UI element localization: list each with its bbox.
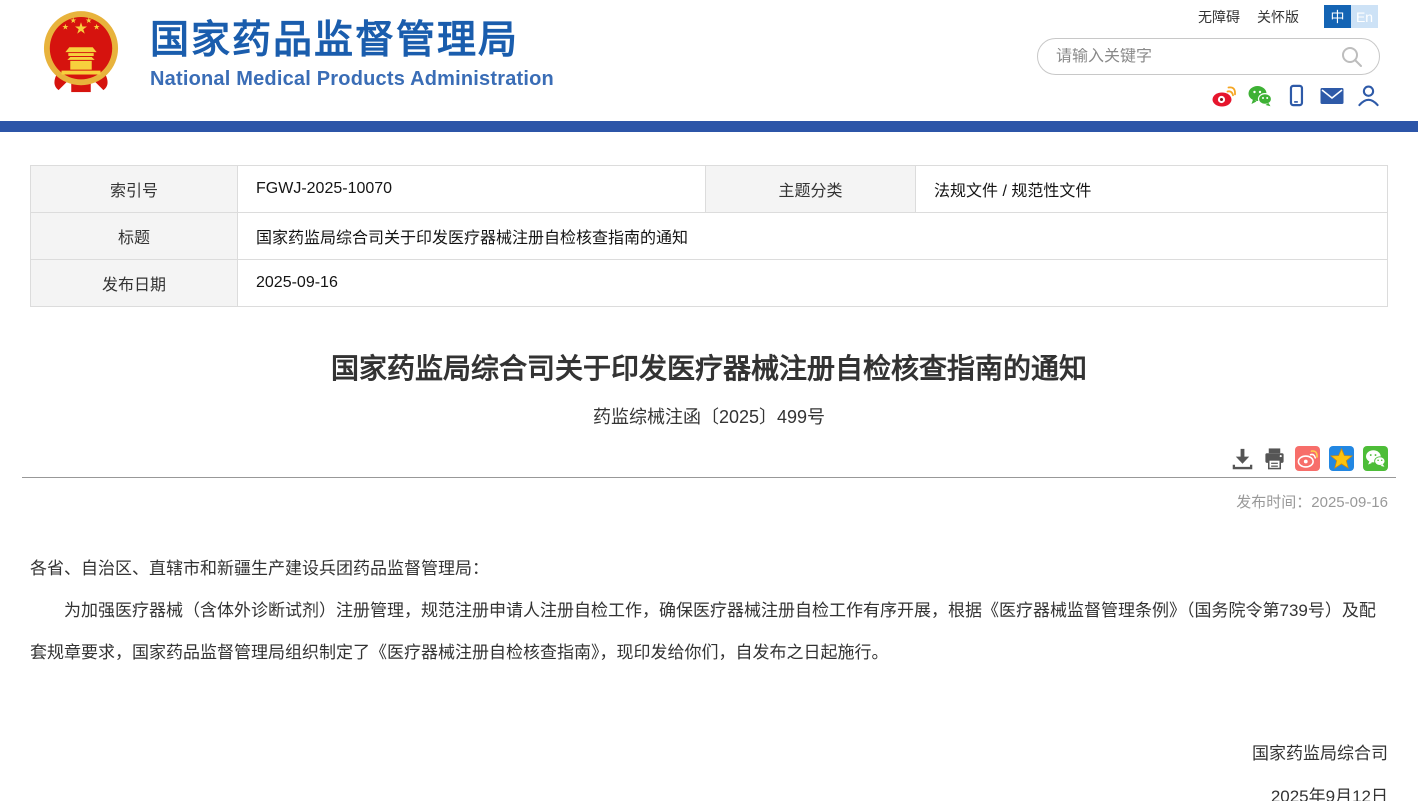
print-icon[interactable]: [1263, 447, 1286, 470]
signature-org: 国家药监局综合司: [30, 732, 1388, 775]
wechat-icon[interactable]: [1248, 84, 1272, 107]
site-title: 国家药品监督管理局: [150, 20, 554, 63]
article-body: 各省、自治区、直辖市和新疆生产建设兵团药品监督管理局： 为加强医疗器械（含体外诊…: [30, 548, 1388, 674]
svg-text:★: ★: [62, 23, 69, 32]
meta-value-category: 法规文件 / 规范性文件: [916, 166, 1388, 213]
search-box: [1037, 38, 1380, 75]
publish-time: 发布时间：2025-09-16: [30, 491, 1388, 512]
mobile-icon[interactable]: [1284, 84, 1308, 107]
svg-text:★: ★: [93, 23, 100, 32]
language-switcher: 中 En: [1324, 5, 1378, 28]
svg-text:★: ★: [70, 16, 77, 25]
site-logo[interactable]: ★ ★ ★ ★ ★ 国家药品监督管理局 National Medical Pro…: [42, 8, 554, 109]
site-header: ★ ★ ★ ★ ★ 国家药品监督管理局 National Medical Pro…: [0, 0, 1418, 121]
svg-text:★: ★: [85, 16, 92, 25]
download-icon[interactable]: [1231, 447, 1254, 470]
table-row: 标题 国家药监局综合司关于印发医疗器械注册自检核查指南的通知: [31, 213, 1388, 260]
header-divider-bar: [0, 121, 1418, 132]
header-social-icons: [1212, 84, 1380, 107]
topbar: 无障碍 关怀版 中 En: [1198, 5, 1378, 28]
care-mode-link[interactable]: 关怀版: [1257, 7, 1299, 27]
national-emblem-icon: ★ ★ ★ ★ ★: [42, 8, 120, 109]
lang-en-button[interactable]: En: [1351, 5, 1378, 28]
title-divider: [22, 477, 1396, 478]
content-area: 索引号 FGWJ-2025-10070 主题分类 法规文件 / 规范性文件 标题…: [0, 165, 1418, 801]
signature-block: 国家药监局综合司 2025年9月12日: [30, 732, 1388, 801]
table-row: 发布日期 2025-09-16: [31, 260, 1388, 307]
meta-value-index: FGWJ-2025-10070: [238, 166, 706, 213]
meta-label-title: 标题: [31, 213, 238, 260]
weibo-icon[interactable]: [1212, 84, 1236, 107]
email-icon[interactable]: [1320, 84, 1344, 107]
site-subtitle: National Medical Products Administration: [150, 68, 554, 91]
article-paragraph: 为加强医疗器械（含体外诊断试剂）注册管理，规范注册申请人注册自检工作，确保医疗器…: [30, 590, 1388, 674]
share-qzone-icon[interactable]: [1329, 446, 1354, 471]
share-wechat-icon[interactable]: [1363, 446, 1388, 471]
document-number: 药监综械注函〔2025〕499号: [30, 403, 1388, 429]
meta-value-pubdate: 2025-09-16: [238, 260, 1388, 307]
share-weibo-icon[interactable]: [1295, 446, 1320, 471]
meta-label-category: 主题分类: [706, 166, 916, 213]
article-salutation: 各省、自治区、直辖市和新疆生产建设兵团药品监督管理局：: [30, 548, 1388, 590]
page-title: 国家药监局综合司关于印发医疗器械注册自检核查指南的通知: [30, 347, 1388, 387]
accessibility-link[interactable]: 无障碍: [1198, 7, 1240, 27]
search-input[interactable]: [1056, 48, 1339, 66]
search-icon[interactable]: [1339, 44, 1365, 70]
user-icon[interactable]: [1356, 84, 1380, 107]
meta-label-pubdate: 发布日期: [31, 260, 238, 307]
meta-label-index: 索引号: [31, 166, 238, 213]
document-meta-table: 索引号 FGWJ-2025-10070 主题分类 法规文件 / 规范性文件 标题…: [30, 165, 1388, 307]
meta-value-title: 国家药监局综合司关于印发医疗器械注册自检核查指南的通知: [238, 213, 1388, 260]
lang-zh-button[interactable]: 中: [1324, 5, 1351, 28]
signature-date: 2025年9月12日: [30, 775, 1388, 801]
table-row: 索引号 FGWJ-2025-10070 主题分类 法规文件 / 规范性文件: [31, 166, 1388, 213]
article-toolbar: [30, 446, 1388, 471]
